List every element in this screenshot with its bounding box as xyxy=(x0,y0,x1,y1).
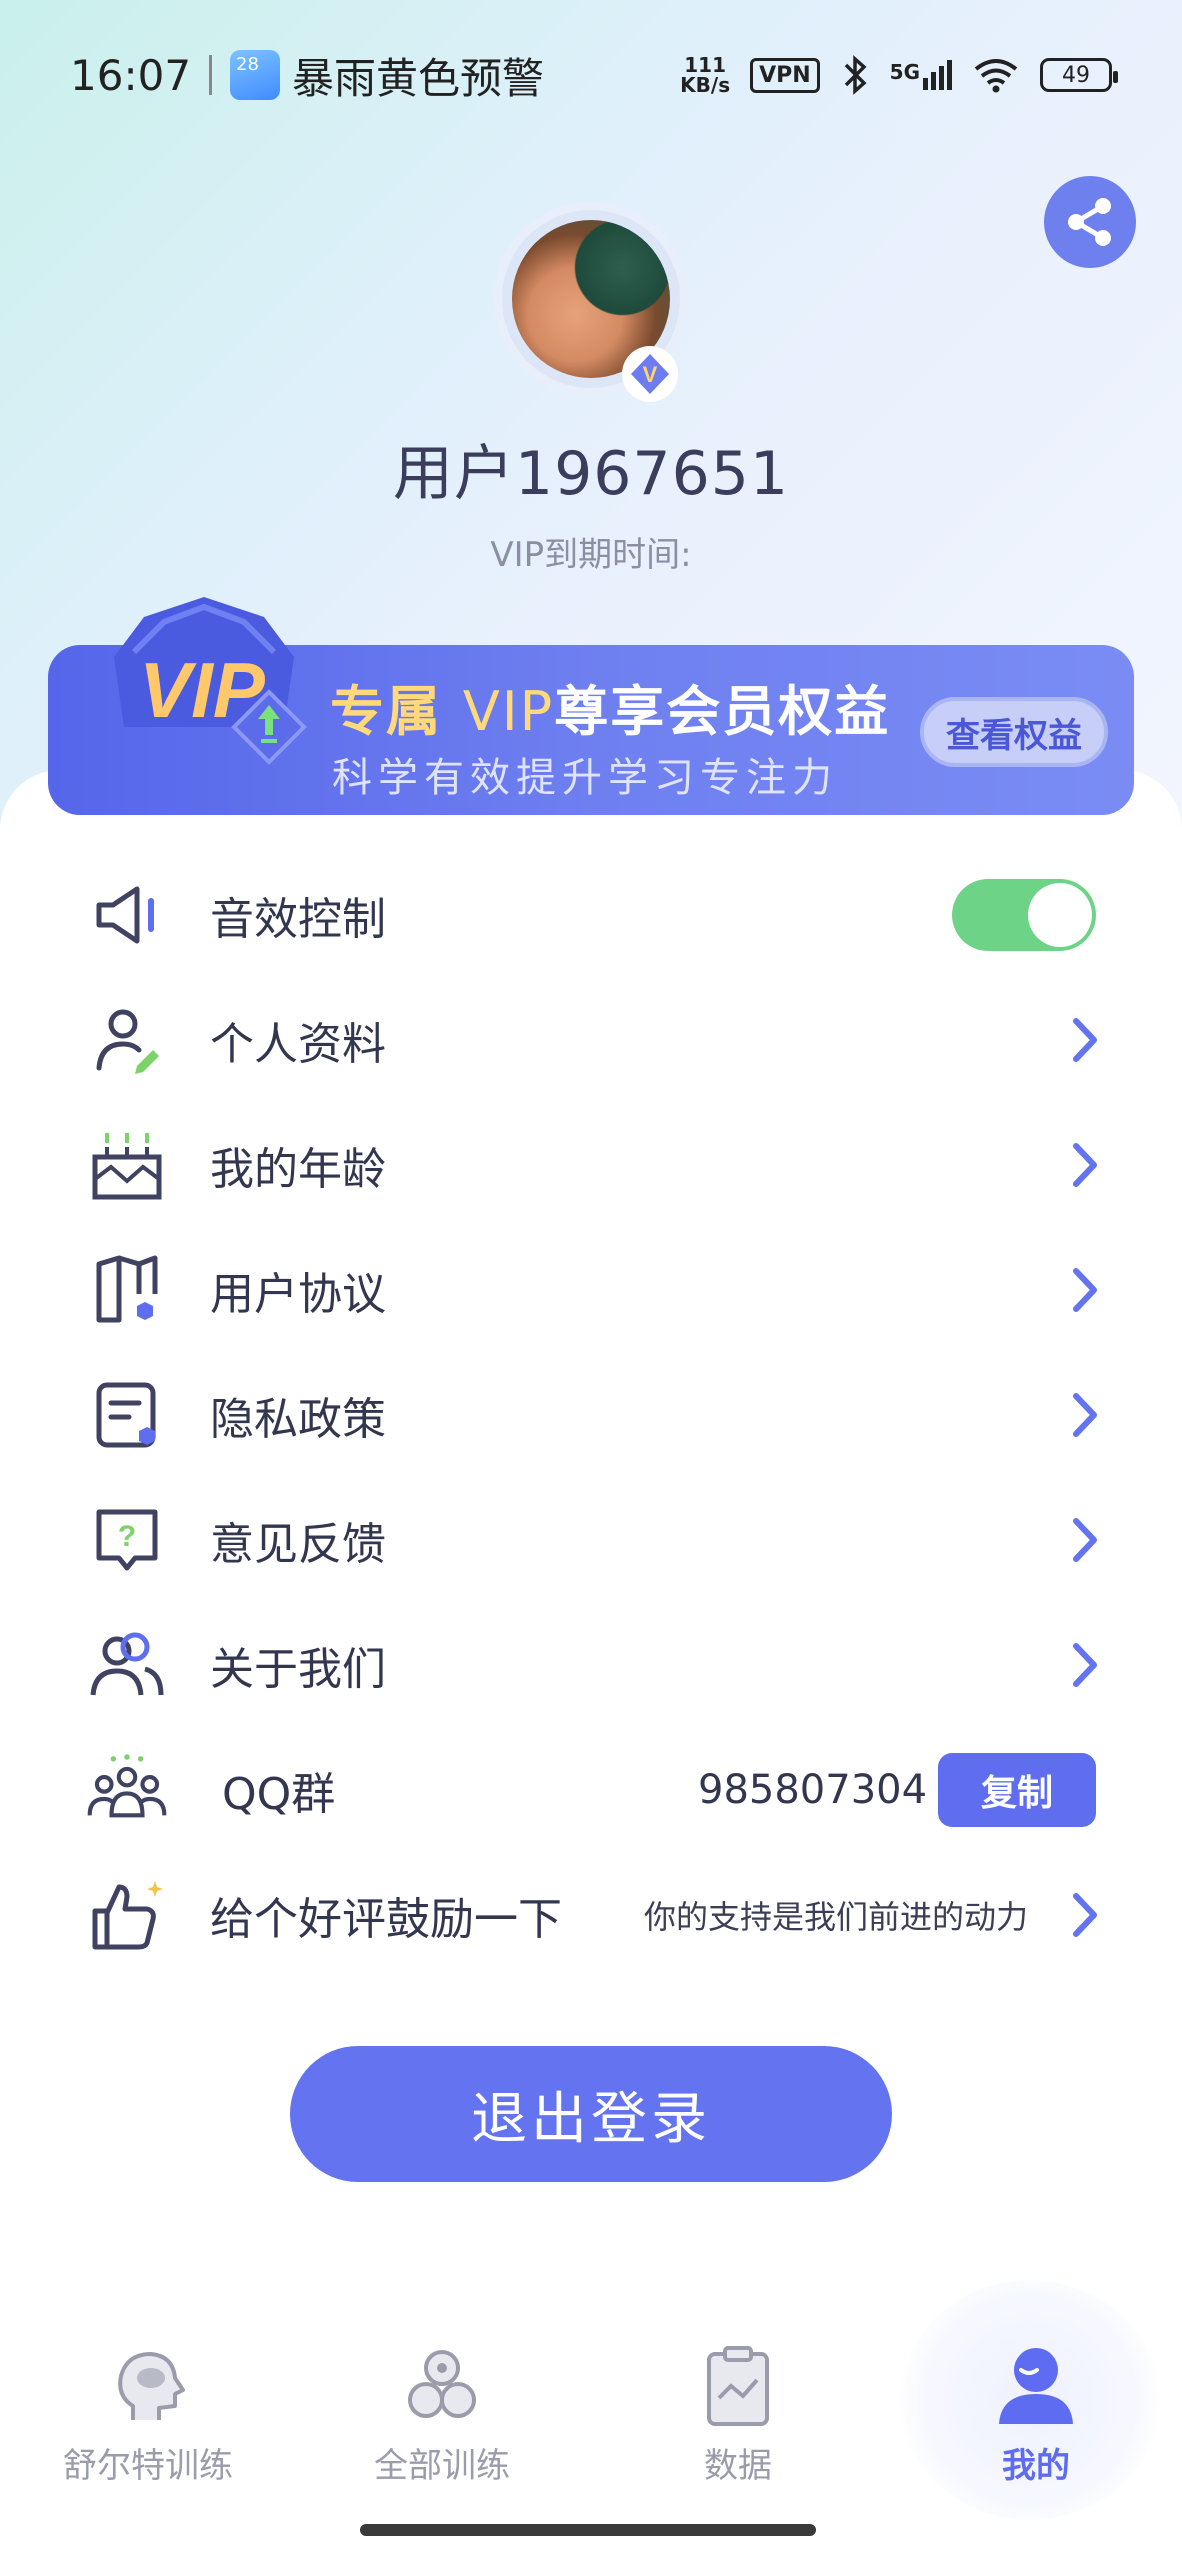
battery-icon: 49 xyxy=(1040,58,1118,92)
share-button[interactable] xyxy=(1044,176,1136,268)
book-icon xyxy=(86,1249,168,1331)
vip-subtitle: 科学有效提升学习专注力 xyxy=(332,755,838,801)
thumbs-up-icon xyxy=(86,1874,168,1956)
status-time: 16:07 xyxy=(70,50,192,100)
group-icon xyxy=(86,1747,168,1829)
document-icon xyxy=(86,1374,168,1456)
vip-badge-icon: V xyxy=(622,346,678,402)
user-icon xyxy=(999,2348,1073,2424)
weather-icon: 28 xyxy=(230,50,281,100)
vpn-icon: VPN xyxy=(750,57,820,93)
chevron-right-icon xyxy=(1073,1268,1097,1312)
vip-banner[interactable]: VIP 专属 VIP尊享会员权益 科学有效提升学习专注力 查看权益 xyxy=(48,597,1134,815)
bottom-tab-bar: 舒尔特训练 全部训练 数据 我的 xyxy=(0,2280,1182,2520)
avatar-badge-letter: V xyxy=(643,362,658,387)
wifi-icon xyxy=(974,59,1018,93)
speaker-icon xyxy=(86,874,168,956)
status-separator xyxy=(209,55,213,95)
chevron-right-icon xyxy=(1073,1518,1097,1562)
chevron-right-icon xyxy=(1073,1893,1097,1937)
bluetooth-icon xyxy=(844,55,867,95)
review-hint: 你的支持是我们前进的动力 xyxy=(644,1898,1029,1936)
signal-icon: 5G xyxy=(890,60,952,90)
menu-item-privacy[interactable]: 隐私政策 xyxy=(0,1360,1182,1470)
tab-mine[interactable]: 我的 xyxy=(906,2340,1166,2500)
menu-item-age[interactable]: 我的年龄 xyxy=(0,1110,1182,1220)
feedback-icon: ? xyxy=(86,1499,168,1581)
menu-item-about[interactable]: 关于我们 xyxy=(0,1610,1182,1720)
status-indicators: 111 KB/s VPN 5G 49 xyxy=(680,53,1118,97)
menu-item-profile[interactable]: 个人资料 xyxy=(0,985,1182,1095)
menu-item-qq-group: QQ群 985807304 复制 xyxy=(0,1735,1182,1845)
chevron-right-icon xyxy=(1073,1143,1097,1187)
network-speed: 111 KB/s xyxy=(680,53,731,97)
copy-button[interactable]: 复制 xyxy=(938,1753,1096,1827)
toggle-knob xyxy=(1028,883,1092,947)
birthday-cake-icon xyxy=(86,1124,168,1206)
tab-all-training[interactable]: 全部训练 xyxy=(312,2340,572,2500)
status-bar: 16:07 28 暴雨黄色预警 111 KB/s VPN 5G 49 xyxy=(0,0,1182,150)
menu-item-feedback[interactable]: ? 意见反馈 xyxy=(0,1485,1182,1595)
clipboard-chart-icon xyxy=(707,2346,769,2426)
qq-number: 985807304 xyxy=(698,1767,928,1813)
vip-expire-label: VIP到期时间: xyxy=(490,535,692,575)
chevron-right-icon xyxy=(1073,1643,1097,1687)
head-icon xyxy=(118,2352,185,2420)
share-icon xyxy=(1068,198,1111,246)
logout-button[interactable]: 退出登录 xyxy=(290,2046,892,2182)
users-icon xyxy=(86,1624,168,1706)
vip-title: 专属 VIP尊享会员权益 xyxy=(330,680,891,743)
molecule-icon xyxy=(408,2350,476,2418)
username: 用户1967651 xyxy=(392,439,790,509)
chevron-right-icon xyxy=(1073,1018,1097,1062)
menu-item-review[interactable]: 给个好评鼓励一下 你的支持是我们前进的动力 xyxy=(0,1860,1182,1970)
view-benefits-button[interactable]: 查看权益 xyxy=(920,697,1108,767)
home-indicator xyxy=(360,2524,816,2536)
sound-toggle[interactable] xyxy=(952,879,1096,951)
tab-schulte[interactable]: 舒尔特训练 xyxy=(18,2340,278,2500)
user-edit-icon xyxy=(86,999,168,1081)
menu-item-agreement[interactable]: 用户协议 xyxy=(0,1235,1182,1345)
weather-alert: 暴雨黄色预警 xyxy=(292,53,545,103)
chevron-right-icon xyxy=(1073,1393,1097,1437)
tab-data[interactable]: 数据 xyxy=(608,2340,868,2500)
svg-text:?: ? xyxy=(118,1520,136,1553)
menu-item-sound: 音效控制 xyxy=(0,860,1182,970)
vip-crown-icon: VIP xyxy=(114,597,307,765)
